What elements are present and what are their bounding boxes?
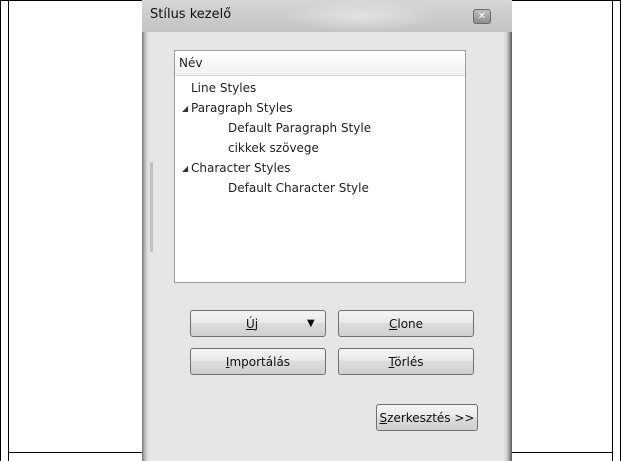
dialog-title: Stílus kezelő bbox=[150, 7, 232, 22]
tree-item-paragraph-styles[interactable]: Paragraph Styles bbox=[191, 101, 293, 121]
edit-button[interactable]: Szerkesztés >> bbox=[376, 404, 478, 431]
tree-item-label: Line Styles bbox=[191, 81, 257, 95]
tree-item-label: Paragraph Styles bbox=[191, 101, 293, 115]
tree-item-label: Default Character Style bbox=[228, 181, 369, 195]
title-bar[interactable]: Stílus kezelő ✕ bbox=[142, 0, 512, 32]
window-edge-shadow bbox=[150, 162, 153, 252]
import-button[interactable]: Importálás bbox=[190, 348, 326, 375]
close-button[interactable]: ✕ bbox=[473, 9, 491, 24]
tree-column-header[interactable]: Név bbox=[175, 51, 465, 76]
new-style-button[interactable]: Új ▼ bbox=[190, 310, 326, 337]
clone-button-label: Clone bbox=[388, 316, 424, 331]
tree-item-cikkek-szovege[interactable]: cikkek szövege bbox=[228, 141, 319, 161]
expand-triangle-icon[interactable]: ◢ bbox=[182, 104, 188, 113]
clone-button[interactable]: Clone bbox=[338, 310, 474, 337]
table-right-border bbox=[612, 0, 613, 461]
tree-item-line-styles[interactable]: Line Styles bbox=[191, 81, 256, 101]
expand-triangle-icon[interactable]: ◢ bbox=[182, 164, 188, 173]
new-button-label: Új bbox=[246, 317, 259, 331]
style-manager-dialog: Stílus kezelő ✕ Név Line Styles ◢ Paragr… bbox=[142, 0, 512, 461]
style-tree[interactable]: Név Line Styles ◢ Paragraph Styles Defau… bbox=[174, 50, 466, 283]
edit-button-label: Szerkesztés >> bbox=[379, 410, 475, 425]
table-left-border bbox=[8, 0, 9, 461]
close-icon: ✕ bbox=[477, 10, 487, 22]
delete-button-label: Törlés bbox=[388, 354, 424, 369]
dropdown-arrow-icon: ▼ bbox=[307, 318, 315, 329]
dialog-body: Név Line Styles ◢ Paragraph Styles Defau… bbox=[150, 32, 504, 461]
import-button-label: Importálás bbox=[225, 354, 291, 369]
tree-item-label: Default Paragraph Style bbox=[228, 121, 372, 135]
delete-button[interactable]: Törlés bbox=[338, 348, 474, 375]
tree-item-label: Character Styles bbox=[191, 161, 291, 175]
column-header-name: Név bbox=[179, 56, 203, 70]
tree-item-label: cikkek szövege bbox=[228, 141, 319, 155]
tree-item-character-styles[interactable]: Character Styles bbox=[191, 161, 290, 181]
tree-item-default-character-style[interactable]: Default Character Style bbox=[228, 181, 369, 201]
tree-item-default-paragraph-style[interactable]: Default Paragraph Style bbox=[228, 121, 371, 141]
